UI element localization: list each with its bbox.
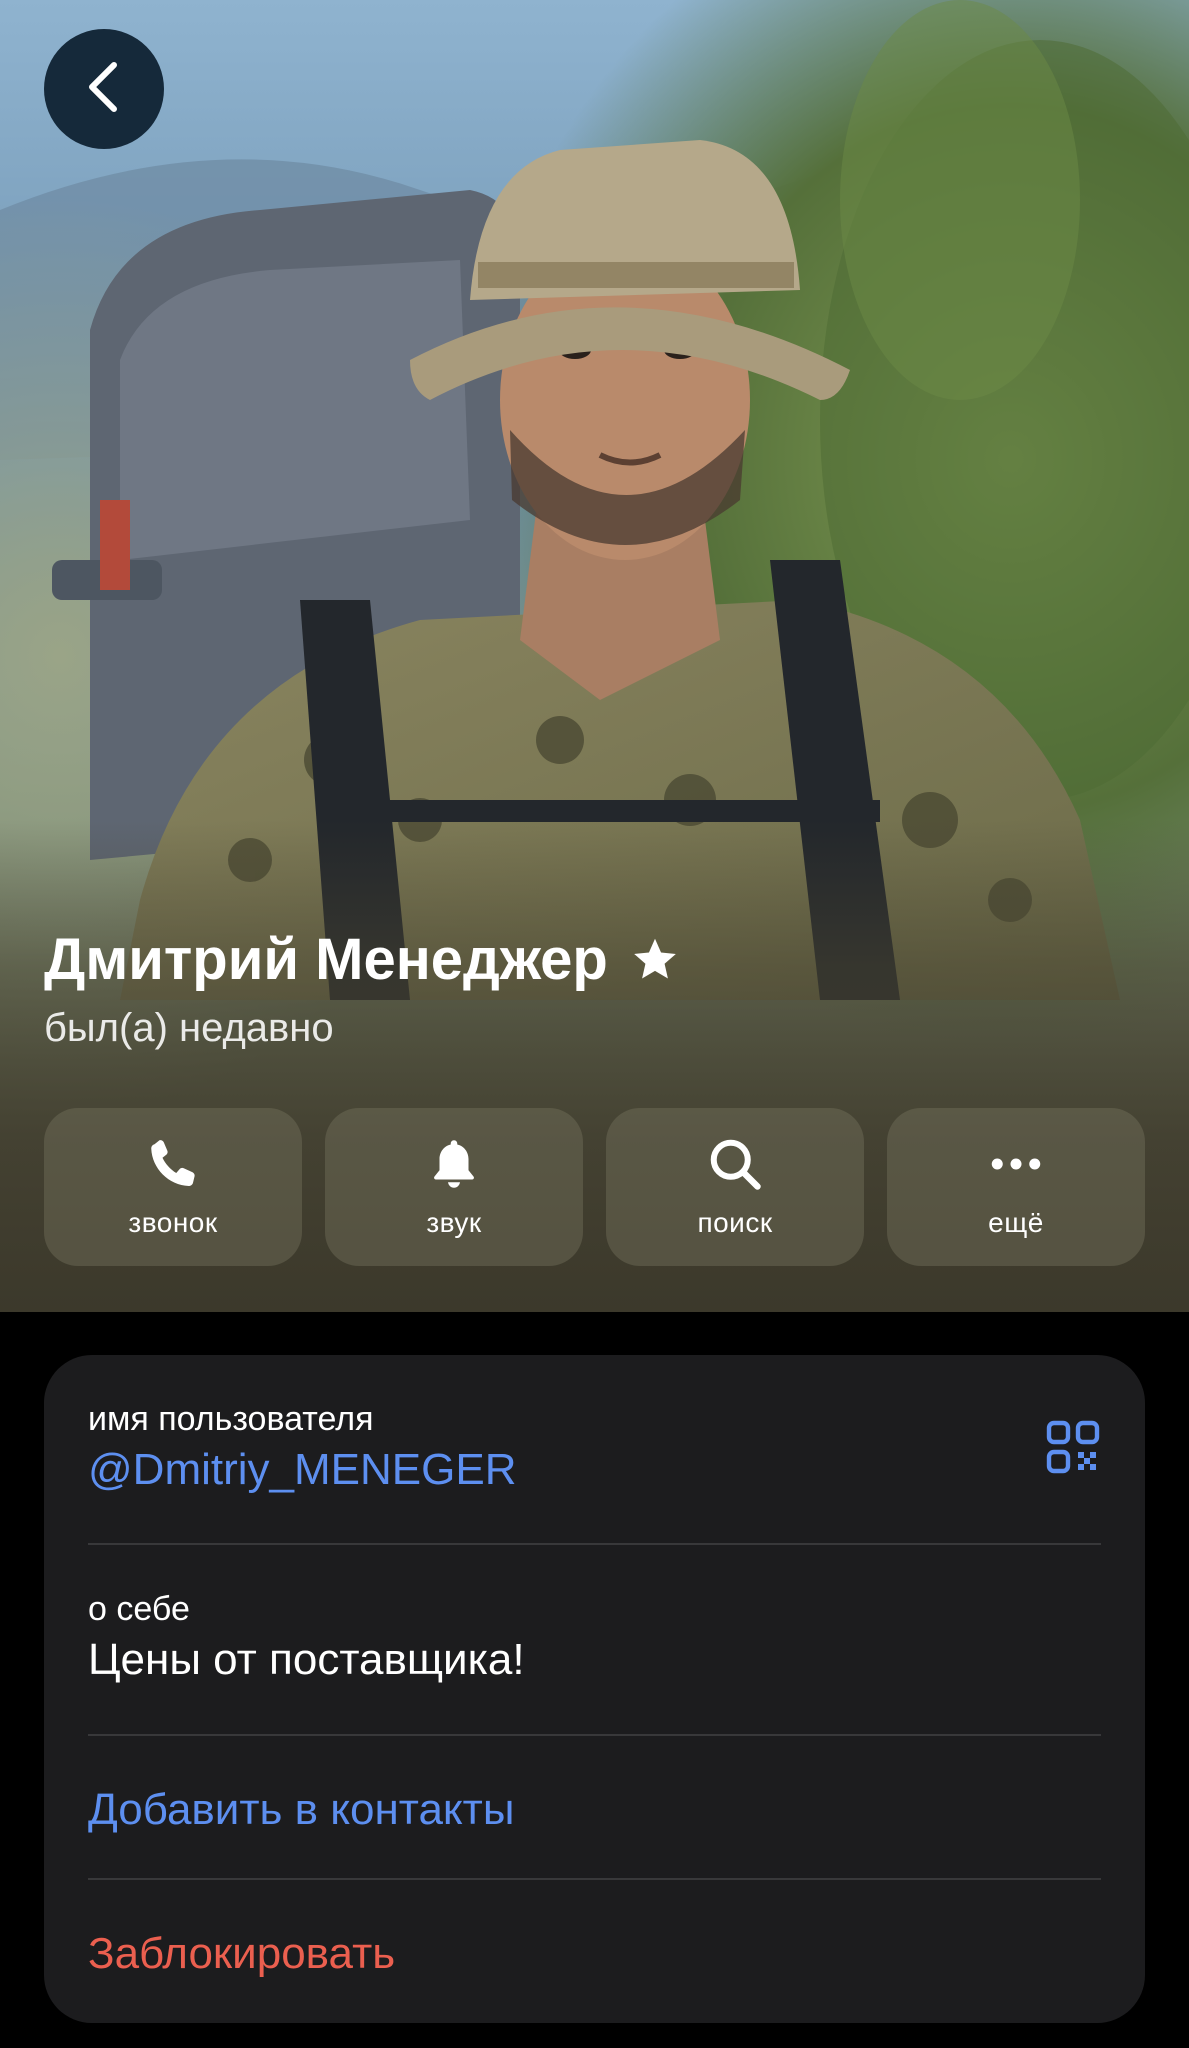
profile-hero: Дмитрий Менеджер был(а) недавно звонок з… <box>0 0 1189 1312</box>
divider <box>88 1878 1101 1880</box>
add-contact-row[interactable]: Добавить в контакты <box>88 1781 1101 1839</box>
qr-code-icon[interactable] <box>1045 1419 1101 1475</box>
profile-info-card: имя пользователя @Dmitriy_MENEGER о себе… <box>44 1355 1145 2023</box>
sound-label: звук <box>426 1207 482 1238</box>
back-button[interactable] <box>44 29 164 149</box>
more-label: ещё <box>988 1207 1044 1238</box>
add-contact-button[interactable]: Добавить в контакты <box>88 1781 1101 1839</box>
username-caption: имя пользователя <box>88 1400 374 1438</box>
profile-status: был(а) недавно <box>44 1006 334 1050</box>
bell-icon <box>424 1134 484 1194</box>
about-caption: о себе <box>88 1590 190 1628</box>
username-value[interactable]: @Dmitriy_MENEGER <box>88 1441 1101 1499</box>
about-section: о себе Цены от поставщика! <box>88 1587 1101 1689</box>
divider <box>88 1543 1101 1545</box>
block-row[interactable]: Заблокировать <box>88 1925 1101 1983</box>
username-section[interactable]: имя пользователя @Dmitriy_MENEGER <box>88 1397 1101 1499</box>
phone-icon <box>143 1134 203 1194</box>
action-bar: звонок звук поиск ещё <box>44 1108 1145 1266</box>
call-label: звонок <box>128 1207 218 1238</box>
search-button[interactable]: поиск <box>606 1108 864 1266</box>
profile-name-row: Дмитрий Менеджер <box>44 920 680 1000</box>
about-value: Цены от поставщика! <box>88 1635 525 1684</box>
sound-button[interactable]: звук <box>325 1108 583 1266</box>
more-dots-icon <box>986 1134 1046 1194</box>
search-label: поиск <box>697 1207 773 1238</box>
more-button[interactable]: ещё <box>887 1108 1145 1266</box>
chevron-left-icon <box>82 59 126 120</box>
search-icon <box>705 1134 765 1194</box>
divider <box>88 1734 1101 1736</box>
star-icon[interactable] <box>630 935 680 985</box>
call-button[interactable]: звонок <box>44 1108 302 1266</box>
profile-name: Дмитрий Менеджер <box>44 927 608 992</box>
block-button[interactable]: Заблокировать <box>88 1925 1101 1983</box>
